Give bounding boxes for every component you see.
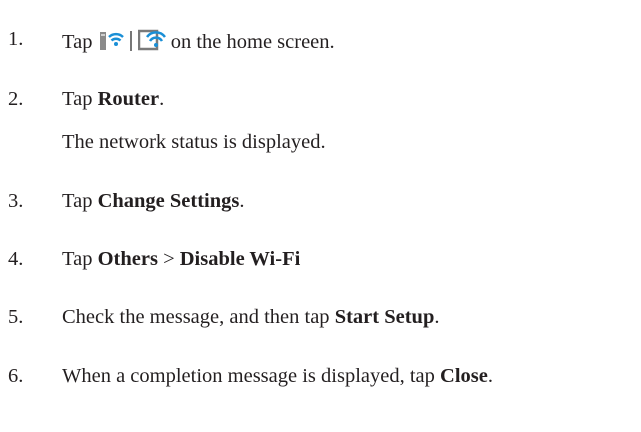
close-label: Close bbox=[440, 365, 488, 387]
disable-wifi-label: Disable Wi-Fi bbox=[179, 248, 301, 270]
step-number: 1. bbox=[8, 28, 24, 50]
step-number: 2. bbox=[8, 88, 24, 110]
step-text: Tap Change Settings. bbox=[62, 190, 245, 212]
start-setup-label: Start Setup bbox=[334, 306, 435, 328]
wifi-direct-icon bbox=[137, 28, 166, 58]
step-number: 5. bbox=[8, 306, 24, 328]
others-label: Others bbox=[97, 248, 158, 270]
wifi-router-icon bbox=[98, 28, 124, 58]
step-number: 4. bbox=[8, 248, 24, 270]
icon-separator bbox=[129, 31, 132, 51]
change-settings-label: Change Settings bbox=[97, 190, 240, 212]
step-text: Check the message, and then tap Start Se… bbox=[62, 306, 440, 328]
step-text: Tap on the home screen. bbox=[62, 28, 335, 58]
step-number: 6. bbox=[8, 365, 24, 387]
step-text: When a completion message is displayed, … bbox=[62, 365, 493, 387]
step-text: Tap Others > Disable Wi-Fi bbox=[62, 248, 301, 270]
step-number: 3. bbox=[8, 190, 24, 212]
step-text: Tap Router. bbox=[62, 88, 165, 110]
router-label: Router bbox=[97, 88, 160, 110]
step-2-note: The network status is displayed. bbox=[62, 131, 326, 153]
